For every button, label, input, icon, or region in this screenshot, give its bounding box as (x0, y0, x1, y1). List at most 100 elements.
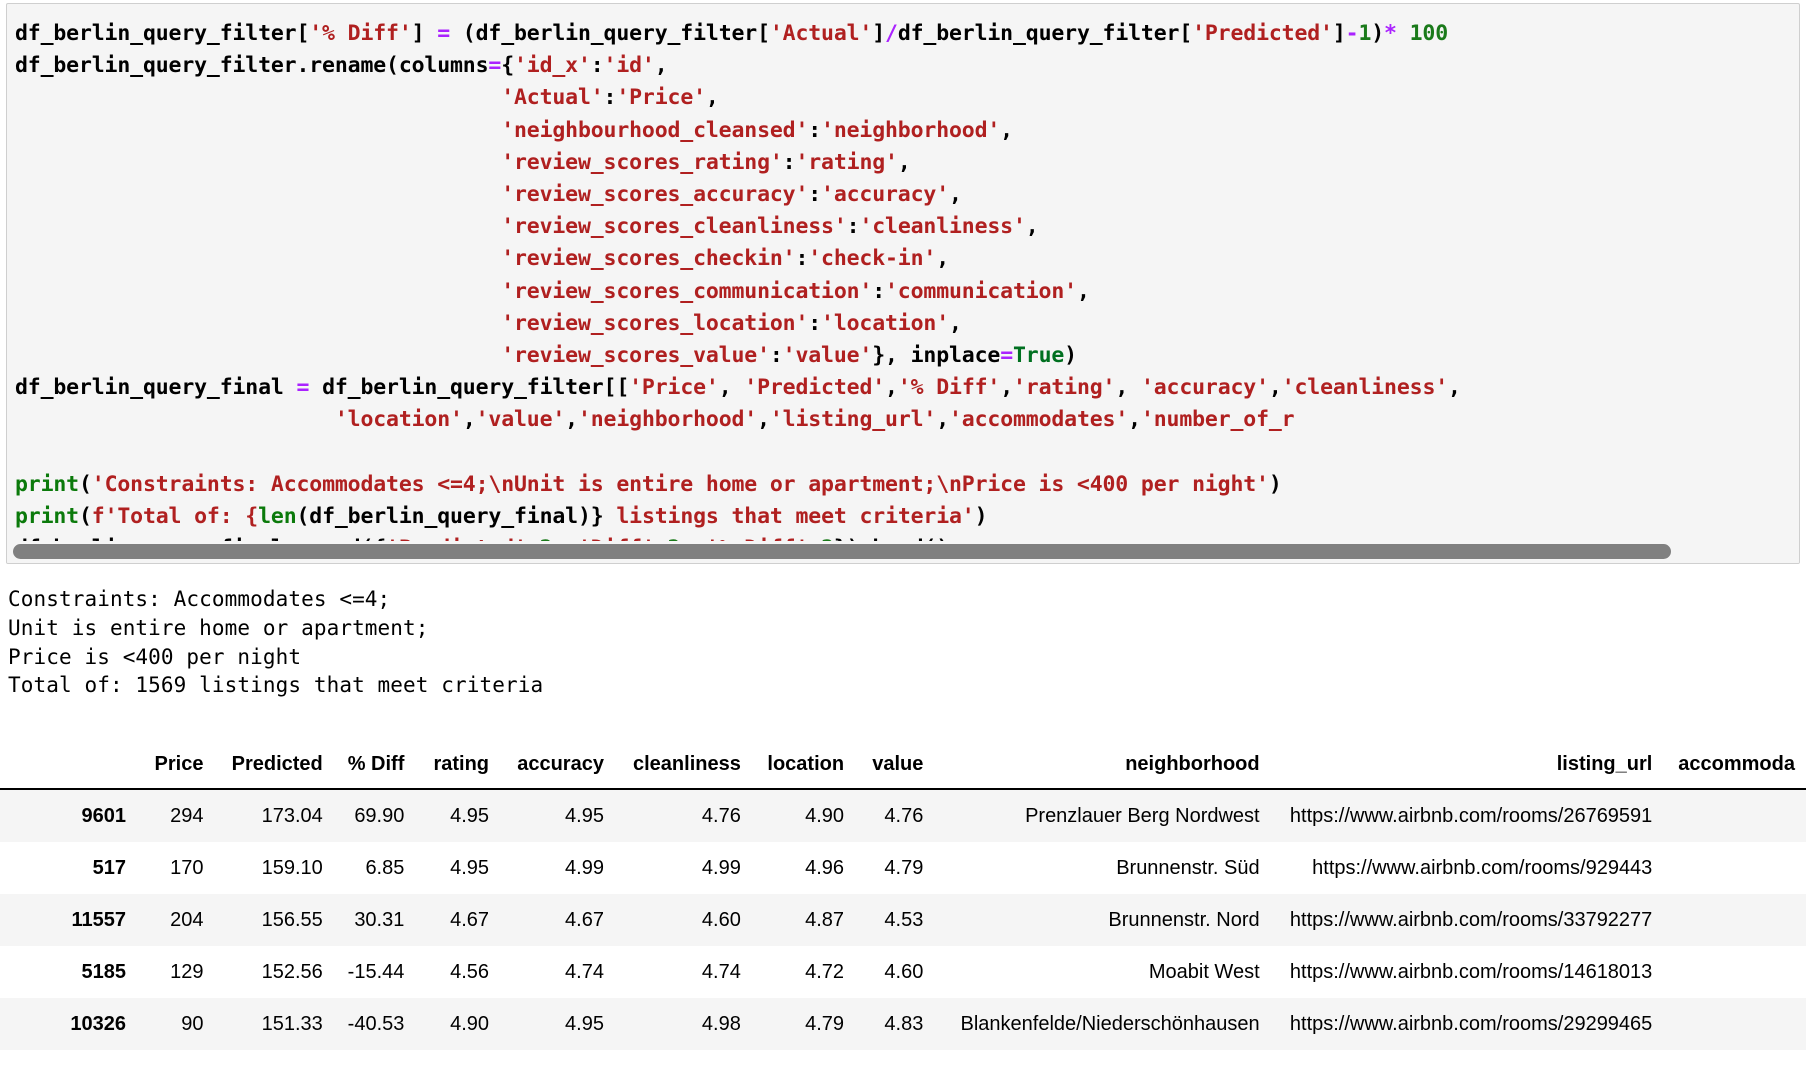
code-token: , (1000, 375, 1013, 401)
code-token: , (936, 246, 949, 272)
column-header-index (0, 752, 138, 790)
code-token: 100 (1409, 21, 1449, 46)
cell-pct-diff: 30.31 (354, 909, 405, 931)
cell-cleanliness: 4.74 (701, 961, 741, 983)
code-token: 'value' (475, 407, 566, 433)
code-token: , (885, 375, 898, 401)
column-header-neighborhood: neighborhood (934, 752, 1271, 790)
code-token: df_berlin_query_filter[ (15, 21, 310, 46)
cell-listing-url: https://www.airbnb.com/rooms/33792277 (1289, 909, 1653, 931)
code-token: df_berlin_query_final (15, 375, 297, 401)
cell-pct-diff: 69.90 (354, 805, 405, 827)
cell-predicted: 159.10 (261, 857, 323, 879)
cell-price: 294 (170, 805, 204, 827)
code-token: ) (1268, 471, 1282, 497)
code-cell[interactable]: df_berlin_query_filter['% Diff'] = (df_b… (6, 3, 1800, 564)
cell-cleanliness: 4.98 (701, 1013, 741, 1035)
code-token: - (1345, 21, 1359, 46)
table-row: 517 170 159.10 6.85 4.95 4.99 4.99 4.96 4.79 Brun… (0, 842, 1806, 894)
stdout-line: Total of: 1569 listings that meet criter… (8, 673, 544, 698)
code-token: 'rating' (1013, 375, 1116, 401)
code-token: 'accuracy' (821, 182, 949, 208)
code-horizontal-scrollbar-track[interactable] (7, 541, 1799, 563)
column-header-cleanliness: cleanliness (614, 752, 752, 790)
cell-predicted: 152.56 (261, 961, 323, 983)
code-token: 'review_scores_value' (501, 343, 770, 369)
cell-accuracy: 4.95 (565, 1013, 604, 1035)
code-token: 'review_scores_cleanliness' (501, 214, 847, 240)
code-token: , (1115, 375, 1141, 401)
stdout-line: Price is <400 per night (8, 644, 302, 669)
cell-price: 129 (170, 961, 204, 983)
cell-predicted: 151.33 (261, 1013, 323, 1035)
code-token: , (1025, 214, 1039, 240)
cell-accommodates (1663, 946, 1806, 998)
cell-rating: 4.67 (450, 909, 490, 931)
code-token: 'Actual' (769, 21, 873, 46)
code-token: 'number_of_r (1140, 407, 1295, 433)
code-token: 'cleanliness' (859, 214, 1026, 240)
code-token: 'location' (821, 310, 949, 336)
code-token: , (1448, 375, 1461, 401)
code-token: 'Predicted' (1192, 21, 1333, 46)
dataframe-table: Price Predicted % Diff rating accuracy c… (0, 752, 1806, 1050)
cell-value: 4.53 (884, 909, 924, 931)
code-token: 'location' (334, 407, 463, 433)
stdout-line: Constraints: Accommodates <=4; (8, 587, 391, 611)
code-token: , (654, 53, 668, 79)
code-token: f'Total of: { (91, 504, 259, 530)
column-header-listing-url: listing_url (1270, 752, 1664, 790)
code-token: , (1128, 407, 1141, 433)
cell-accommodates (1663, 789, 1806, 842)
cell-accuracy: 4.74 (565, 961, 604, 983)
column-header-accuracy: accuracy (500, 752, 615, 790)
code-token: 'Price' (629, 375, 719, 401)
cell-neighborhood: Prenzlauer Berg Nordwest (1025, 805, 1260, 827)
cell-rating: 4.56 (450, 961, 490, 983)
cell-neighborhood: Blankenfelde/Niederschönhausen (960, 1013, 1260, 1035)
stdout-line: Unit is entire home or apartment; (8, 615, 429, 640)
code-token: print (15, 471, 79, 497)
cell-pct-diff: -40.53 (347, 1013, 405, 1035)
table-row: 5185 129 152.56 -15.44 4.56 4.74 4.74 4.72 4.60 M… (0, 946, 1806, 998)
code-token: ] (411, 21, 438, 46)
code-source[interactable]: df_berlin_query_filter['% Diff'] = (df_b… (7, 4, 1799, 541)
code-horizontal-scrollbar-thumb[interactable] (13, 544, 1671, 559)
row-index: 5185 (81, 961, 127, 983)
cell-accuracy: 4.95 (565, 805, 604, 827)
code-token: df_berlin_query_filter[[ (309, 375, 630, 401)
code-token: : (872, 278, 886, 304)
column-header-pct-diff: % Diff (333, 752, 416, 790)
cell-accommodates (1663, 998, 1806, 1050)
code-token: 'Predicted' (744, 375, 886, 401)
cell-price: 90 (181, 1013, 204, 1035)
code-cell-scroll-viewport[interactable]: df_berlin_query_filter['% Diff'] = (df_b… (7, 4, 1799, 541)
cell-rating: 4.95 (450, 857, 490, 879)
code-token: 'rating' (795, 149, 898, 175)
cell-accommodates (1663, 842, 1806, 894)
cell-location: 4.72 (805, 961, 845, 983)
code-token: 1 (1358, 21, 1372, 46)
dataframe-output[interactable]: Price Predicted % Diff rating accuracy c… (0, 752, 1806, 1076)
code-token: = (437, 21, 451, 46)
code-token: : (603, 85, 617, 111)
code-token: ] (1332, 21, 1346, 46)
code-token: 'neighborhood' (577, 407, 758, 433)
code-token: : (769, 343, 783, 369)
code-token: 'Price' (616, 85, 706, 111)
code-token: 'review_scores_location' (501, 310, 809, 336)
cell-rating: 4.95 (450, 805, 490, 827)
code-token: * (1384, 21, 1397, 46)
code-token: , (705, 85, 719, 111)
code-token: df_berlin_query_filter.rename(columns (15, 53, 489, 79)
code-token: 'review_scores_rating' (501, 149, 783, 175)
code-token: : (795, 246, 809, 272)
cell-listing-url: https://www.airbnb.com/rooms/29299465 (1289, 1013, 1653, 1035)
